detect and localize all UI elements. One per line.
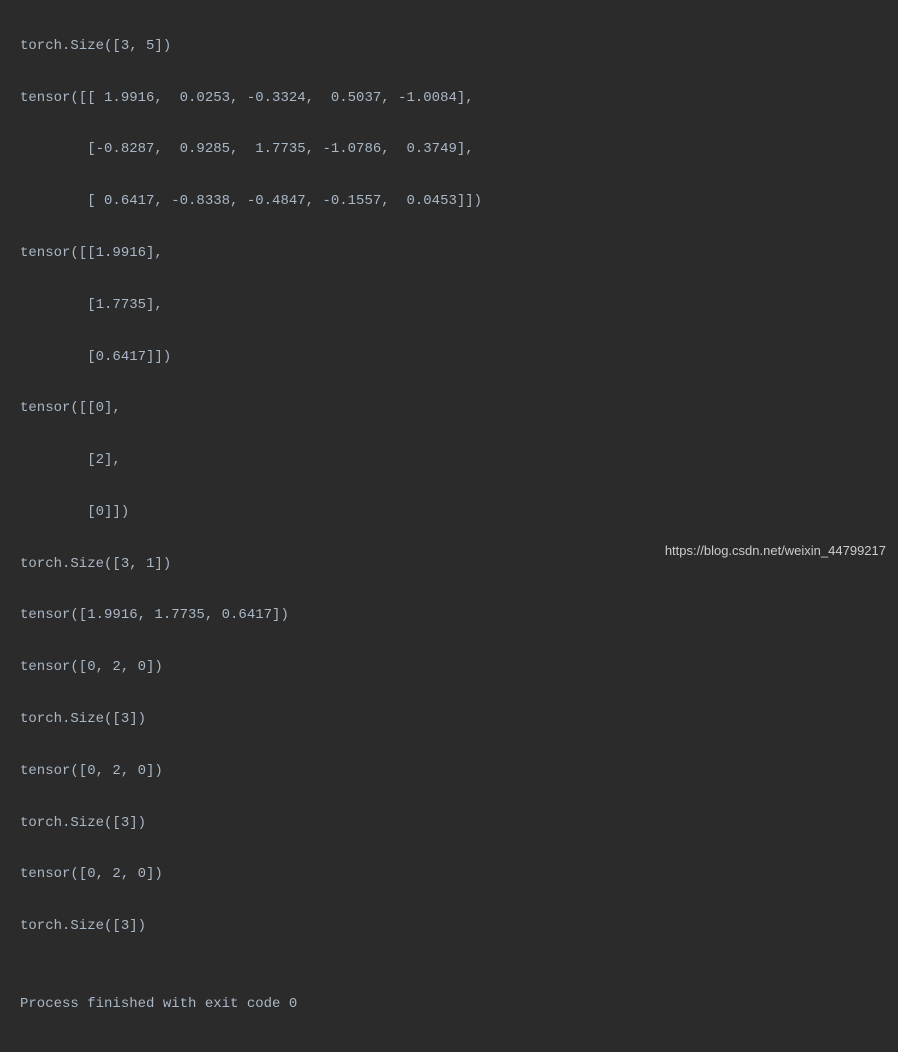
output-line: torch.Size([3, 5]) xyxy=(20,34,878,60)
watermark-text: https://blog.csdn.net/weixin_44799217 xyxy=(665,539,886,563)
output-line: [0.6417]]) xyxy=(20,345,878,371)
output-line: [-0.8287, 0.9285, 1.7735, -1.0786, 0.374… xyxy=(20,137,878,163)
output-line: tensor([[1.9916], xyxy=(20,241,878,267)
output-line: tensor([[0], xyxy=(20,396,878,422)
output-line: [ 0.6417, -0.8338, -0.4847, -0.1557, 0.0… xyxy=(20,189,878,215)
output-line: torch.Size([3]) xyxy=(20,811,878,837)
output-line: [2], xyxy=(20,448,878,474)
output-line: Process finished with exit code 0 xyxy=(20,992,878,1018)
output-line: tensor([0, 2, 0]) xyxy=(20,655,878,681)
output-line: tensor([0, 2, 0]) xyxy=(20,759,878,785)
output-line: tensor([1.9916, 1.7735, 0.6417]) xyxy=(20,603,878,629)
output-line: [0]]) xyxy=(20,500,878,526)
output-line: torch.Size([3]) xyxy=(20,914,878,940)
console-output: torch.Size([3, 5]) tensor([[ 1.9916, 0.0… xyxy=(0,0,898,1052)
output-line: torch.Size([3]) xyxy=(20,707,878,733)
output-line: [1.7735], xyxy=(20,293,878,319)
output-line: tensor([0, 2, 0]) xyxy=(20,862,878,888)
output-line: tensor([[ 1.9916, 0.0253, -0.3324, 0.503… xyxy=(20,86,878,112)
